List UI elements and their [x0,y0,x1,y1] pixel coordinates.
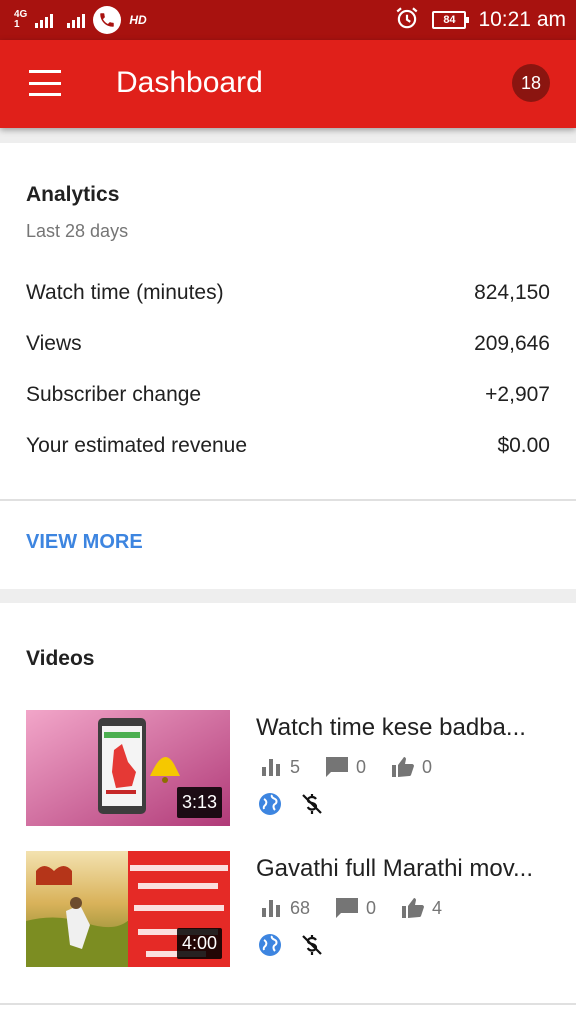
battery-icon: 84 [432,11,470,29]
video-title[interactable]: Gavathi full Marathi mov... [256,855,552,883]
globe-icon [258,792,282,821]
metric-value: 824,150 [474,281,550,304]
app-bar: Dashboard 18 [0,40,576,128]
video-thumbnail[interactable]: 3:13 [26,710,230,826]
video-title[interactable]: Watch time kese badba... [256,714,552,742]
video-stats: 5 0 0 [258,754,432,780]
video-stats: 68 0 4 [258,895,442,921]
hd-indicator: HD [129,13,147,27]
metric-value: $0.00 [497,434,550,457]
signal-bars-2-icon [67,12,86,28]
status-right: 84 10:21 am [394,4,566,36]
notification-badge[interactable]: 18 [512,64,550,102]
video-flags [258,792,324,821]
comments-count: 0 [356,756,367,777]
videos-title: Videos [26,647,95,670]
status-time: 10:21 am [478,8,566,31]
bar-chart-icon [258,754,284,780]
video-item[interactable]: 4:00 Gavathi full Marathi mov... 68 0 4 [26,851,556,967]
signal-bars-icon [35,12,54,28]
analytics-card: Analytics Last 28 days Watch time (minut… [0,143,576,589]
videos-card: Videos 3:13 Watch time kese badba... 5 0… [0,603,576,1024]
metric-row-revenue: Your estimated revenue $0.00 [26,434,550,458]
network-indicator: 4G 1 [14,10,27,30]
metric-label: Watch time (minutes) [26,281,224,304]
bar-chart-icon [258,895,284,921]
comments-count: 0 [366,897,377,918]
no-monetization-icon [300,792,324,821]
metric-label: Your estimated revenue [26,434,248,457]
video-item[interactable]: 3:13 Watch time kese badba... 5 0 0 [26,710,556,826]
no-monetization-icon [300,933,324,962]
views-count: 5 [290,756,301,777]
divider [0,499,576,501]
views-count: 68 [290,897,311,918]
metric-label: Views [26,332,82,355]
metric-value: 209,646 [474,332,550,355]
analytics-subtitle: Last 28 days [26,221,129,241]
view-more-button[interactable]: VIEW MORE [26,531,143,554]
page-title: Dashboard [116,66,263,99]
video-duration: 4:00 [176,928,222,959]
likes-count: 4 [432,897,443,918]
network-sub-label: 1 [14,19,20,30]
metric-row-watch-time: Watch time (minutes) 824,150 [26,281,550,305]
metric-label: Subscriber change [26,383,202,406]
metric-value: +2,907 [485,383,550,406]
likes-count: 0 [422,756,433,777]
metric-row-views: Views 209,646 [26,332,550,356]
thumbs-up-icon [400,895,426,921]
globe-icon [258,933,282,962]
alarm-icon [394,5,420,36]
comment-icon [324,754,350,780]
thumbs-up-icon [390,754,416,780]
divider [0,1003,576,1005]
metric-row-subscriber-change: Subscriber change +2,907 [26,383,550,407]
analytics-title: Analytics [26,183,120,206]
video-flags [258,933,324,962]
video-thumbnail[interactable]: 4:00 [26,851,230,967]
status-left: 4G 1 HD [14,6,147,34]
status-bar: 4G 1 HD 84 10:21 am [0,0,576,40]
menu-icon[interactable] [28,68,62,98]
comment-icon [334,895,360,921]
phone-call-icon [93,6,122,34]
video-duration: 3:13 [176,787,222,818]
